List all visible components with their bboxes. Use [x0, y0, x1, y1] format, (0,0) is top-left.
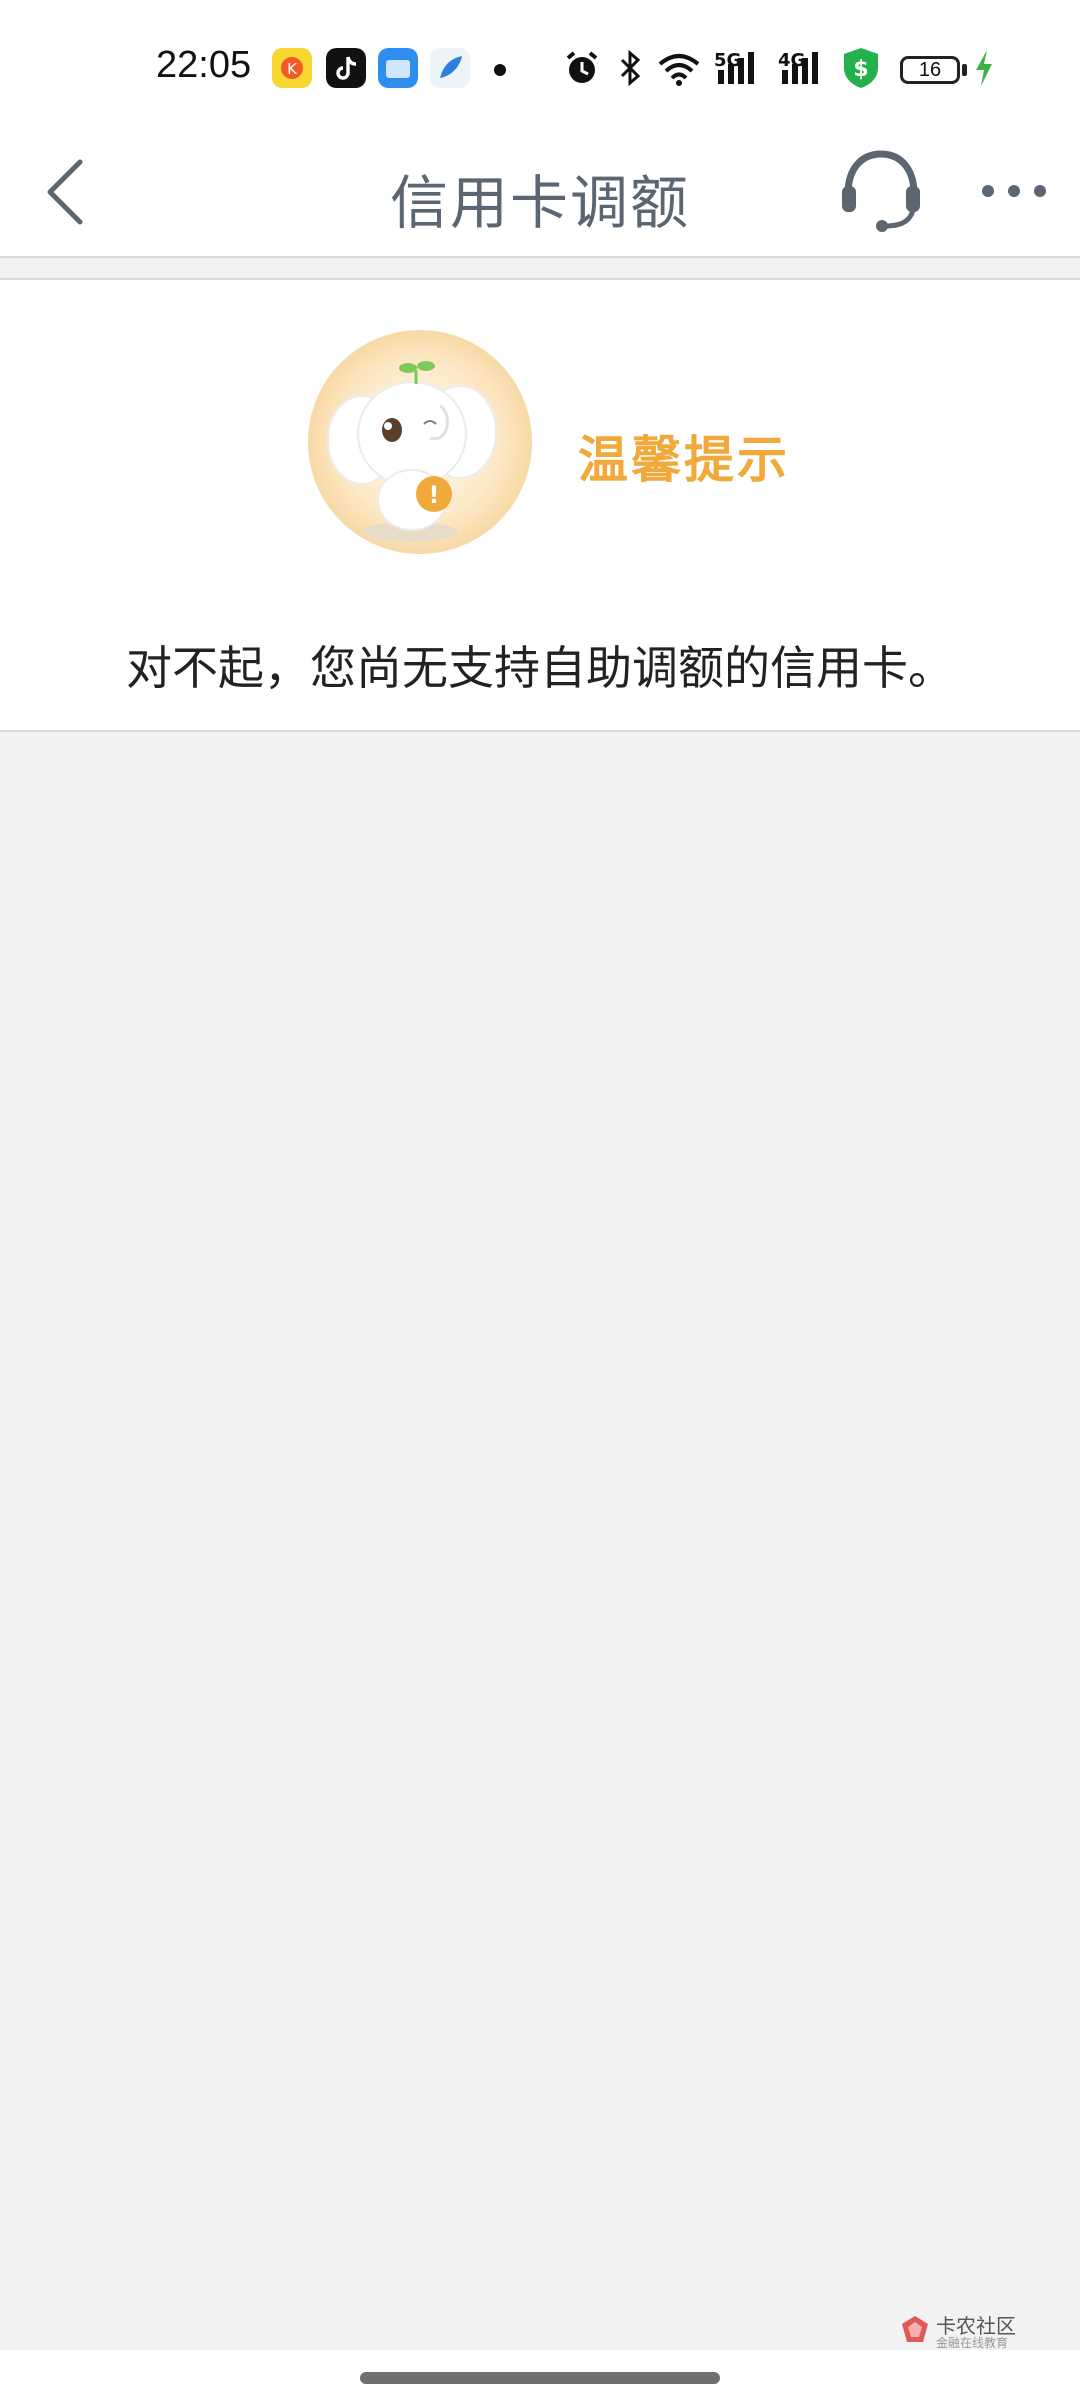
notice-card: ! 温馨提示 对不起，您尚无支持自助调额的信用卡。 — [0, 280, 1080, 732]
watermark-logo: 卡农社区 金融在线教育 — [898, 2308, 1028, 2352]
watermark-emblem-icon — [902, 2316, 928, 2342]
nav-bar: 信用卡调额 — [0, 130, 1080, 258]
notification-dot — [494, 64, 506, 76]
svg-text:!: ! — [429, 481, 440, 509]
gesture-bar — [0, 2350, 1080, 2400]
wifi-icon — [658, 54, 700, 86]
watermark-subtext: 金融在线教育 — [936, 2336, 1009, 2350]
notice-title: 温馨提示 — [578, 431, 790, 489]
bluetooth-icon — [620, 49, 641, 87]
files-app-icon — [378, 48, 418, 88]
kuaishou-app-icon: K — [272, 48, 312, 88]
alarm-icon — [566, 51, 598, 83]
divider-strip — [0, 258, 1080, 280]
customer-service-headset-icon[interactable] — [838, 146, 924, 236]
svg-text:K: K — [287, 60, 298, 78]
elephant-mascot-icon: ! — [308, 330, 532, 554]
battery-cap — [962, 64, 967, 76]
signal-5g-icon — [718, 52, 754, 84]
charging-icon — [976, 50, 992, 86]
tiktok-app-icon — [326, 48, 366, 88]
battery-level: 16 — [918, 59, 942, 81]
status-bar: 22:05 K 5G 4G $ 16 — [0, 0, 1080, 130]
feather-app-icon — [430, 48, 470, 88]
home-indicator[interactable] — [360, 2372, 720, 2384]
svg-text:$: $ — [853, 57, 868, 82]
status-time: 22:05 — [156, 44, 252, 86]
battery-icon: 16 — [900, 56, 960, 84]
notice-message: 对不起，您尚无支持自助调额的信用卡。 — [126, 641, 954, 695]
security-shield-icon: $ — [844, 48, 878, 88]
signal-4g-icon — [782, 52, 818, 84]
more-dots-icon[interactable] — [978, 166, 1050, 216]
